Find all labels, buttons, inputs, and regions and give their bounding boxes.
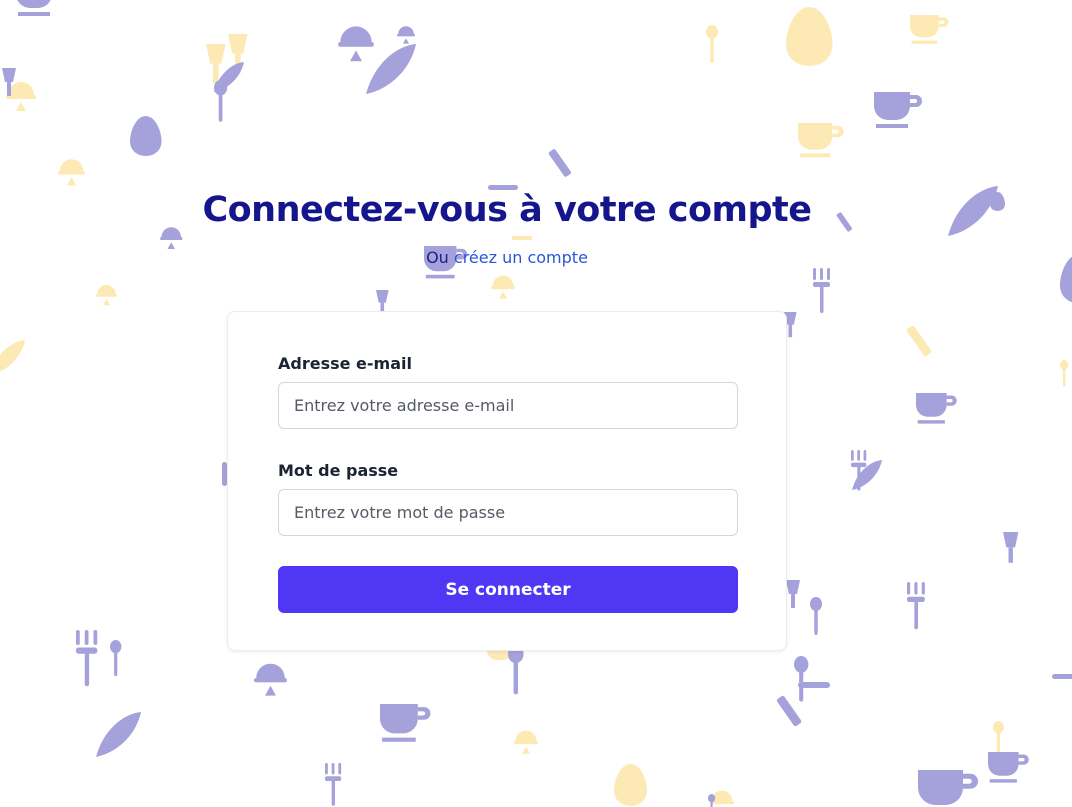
- cup-icon: [380, 704, 431, 742]
- bell-icon: [397, 26, 415, 44]
- spoon-icon: [508, 645, 524, 695]
- login-card: Adresse e-mail Mot de passe Se connecter: [227, 311, 787, 651]
- cup-icon: [874, 92, 922, 128]
- spoon-icon: [993, 721, 1004, 756]
- cup-icon: [916, 393, 957, 424]
- bell-icon: [58, 159, 85, 186]
- signup-prompt-text: Ou: [426, 248, 449, 267]
- spoon-icon: [794, 656, 809, 702]
- cup-icon: [16, 0, 64, 16]
- egg-icon: [614, 764, 647, 806]
- page-title: Connectez-vous à votre compte: [202, 190, 812, 230]
- create-account-link[interactable]: créez un compte: [454, 248, 588, 267]
- cup-icon: [798, 123, 844, 158]
- glass-icon: [786, 580, 800, 608]
- spoon-icon: [810, 597, 822, 635]
- line-shape: [512, 236, 532, 240]
- line-shape: [1052, 674, 1072, 679]
- fork-icon: [76, 630, 98, 687]
- bell-icon: [96, 284, 117, 306]
- knife-icon: [776, 694, 803, 728]
- bell-icon: [491, 275, 515, 299]
- bell-icon: [514, 730, 538, 754]
- fork-icon: [907, 582, 925, 630]
- knife-icon: [548, 148, 572, 178]
- login-button[interactable]: Se connecter: [278, 566, 738, 613]
- fork-icon: [813, 268, 830, 313]
- cup-icon: [918, 770, 978, 807]
- fork-icon: [325, 763, 342, 806]
- spoon-icon: [706, 25, 718, 63]
- knife-icon: [906, 324, 933, 358]
- cup-icon: [988, 752, 1029, 783]
- email-field[interactable]: [278, 382, 738, 429]
- bell-icon: [160, 227, 183, 249]
- cup-icon: [910, 15, 949, 44]
- line-shape: [798, 682, 830, 688]
- signup-prompt: Ou créez un compte: [0, 248, 1014, 267]
- password-field[interactable]: [278, 489, 738, 536]
- spoon-icon: [110, 640, 122, 677]
- bell-icon: [254, 663, 287, 696]
- leaf-icon: [96, 712, 141, 757]
- leaf-icon: [366, 44, 416, 94]
- spoon-icon: [708, 794, 716, 807]
- leaf-icon: [0, 340, 25, 375]
- password-label: Mot de passe: [278, 461, 399, 480]
- email-label: Adresse e-mail: [278, 354, 412, 373]
- bell-icon: [338, 26, 374, 62]
- spoon-icon: [214, 80, 228, 122]
- spoon-icon: [1060, 360, 1069, 387]
- egg-icon: [786, 7, 833, 66]
- egg-icon: [1060, 254, 1072, 304]
- egg-icon: [130, 116, 162, 156]
- glass-icon: [1003, 532, 1019, 563]
